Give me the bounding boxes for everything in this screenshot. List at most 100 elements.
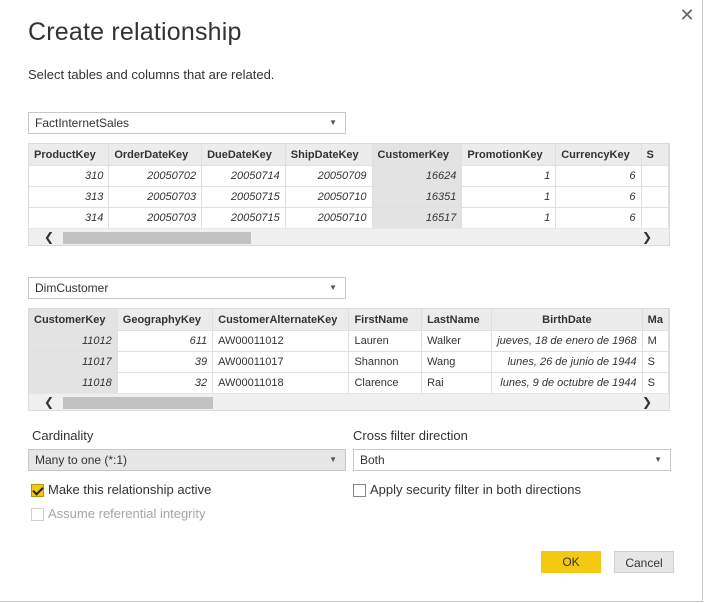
scroll-right-icon[interactable]: ❯ <box>639 394 655 410</box>
scrollbar-thumb[interactable] <box>63 232 251 244</box>
column-header-geographykey[interactable]: GeographyKey <box>117 309 214 331</box>
cardinality-label: Cardinality <box>32 428 94 443</box>
column-header-truncated[interactable]: S <box>641 144 669 166</box>
scrollbar-thumb[interactable] <box>63 397 213 409</box>
table-cell[interactable]: 6 <box>555 165 642 187</box>
table2-dropdown[interactable]: DimCustomer ▼ <box>28 277 346 299</box>
ok-button[interactable]: OK <box>541 551 601 573</box>
table-cell[interactable]: 611 <box>117 330 214 352</box>
cardinality-value: Many to one (*:1) <box>35 453 128 467</box>
column-header-customeralternatekey[interactable]: CustomerAlternateKey <box>212 309 350 331</box>
active-relationship-label: Make this relationship active <box>48 482 212 497</box>
table-cell[interactable]: S <box>642 351 669 373</box>
table-cell[interactable]: S <box>642 372 669 393</box>
table-cell[interactable]: 11018 <box>29 372 118 393</box>
table-cell[interactable]: 20050714 <box>201 165 286 187</box>
active-relationship-checkbox[interactable] <box>31 484 44 497</box>
table-cell[interactable]: 20050703 <box>108 186 203 208</box>
table-cell[interactable]: M <box>642 330 669 352</box>
referential-integrity-checkbox <box>31 508 44 521</box>
table2-preview-grid: CustomerKey GeographyKey CustomerAlterna… <box>28 308 670 411</box>
column-header-customerkey[interactable]: CustomerKey <box>29 309 118 331</box>
table-cell[interactable]: 1 <box>461 186 557 208</box>
chevron-down-icon: ▼ <box>329 118 337 127</box>
table1-dropdown-value: FactInternetSales <box>35 116 130 130</box>
table-cell[interactable]: Lauren <box>348 330 423 352</box>
table-cell[interactable]: Wang <box>421 351 493 373</box>
table-cell[interactable]: 32 <box>117 372 214 393</box>
chevron-down-icon: ▼ <box>329 455 337 464</box>
column-header-truncated[interactable]: Ma <box>642 309 669 331</box>
table-cell[interactable] <box>641 186 669 208</box>
table1-preview-grid: ProductKey OrderDateKey DueDateKey ShipD… <box>28 143 670 246</box>
table-cell[interactable]: 20050710 <box>285 186 373 208</box>
table-cell[interactable]: 20050703 <box>108 207 203 228</box>
dialog-subtitle: Select tables and columns that are relat… <box>28 67 275 82</box>
column-header-lastname[interactable]: LastName <box>421 309 493 331</box>
table-cell[interactable]: AW00011017 <box>212 351 350 373</box>
table-cell[interactable]: AW00011018 <box>212 372 350 393</box>
table-cell[interactable]: Walker <box>421 330 493 352</box>
scroll-left-icon[interactable]: ❮ <box>41 229 57 245</box>
chevron-down-icon: ▼ <box>654 455 662 464</box>
column-header-firstname[interactable]: FirstName <box>348 309 423 331</box>
table1-dropdown[interactable]: FactInternetSales ▼ <box>28 112 346 134</box>
cross-filter-value: Both <box>360 453 385 467</box>
table-cell[interactable]: 16624 <box>372 165 463 187</box>
cross-filter-dropdown[interactable]: Both ▼ <box>353 449 671 471</box>
referential-integrity-label: Assume referential integrity <box>48 506 206 521</box>
table-cell[interactable]: Rai <box>421 372 493 393</box>
chevron-down-icon: ▼ <box>329 283 337 292</box>
column-header-promotionkey[interactable]: PromotionKey <box>461 144 557 166</box>
security-filter-label: Apply security filter in both directions <box>370 482 581 497</box>
column-header-currencykey[interactable]: CurrencyKey <box>555 144 642 166</box>
table-cell[interactable]: 39 <box>117 351 214 373</box>
table-cell[interactable]: 16517 <box>372 207 463 228</box>
table2-dropdown-value: DimCustomer <box>35 281 109 295</box>
table-cell[interactable]: 20050709 <box>285 165 373 187</box>
scroll-right-icon[interactable]: ❯ <box>639 229 655 245</box>
table-cell[interactable]: 16351 <box>372 186 463 208</box>
create-relationship-dialog: ✕ Create relationship Select tables and … <box>0 0 703 602</box>
table-cell[interactable]: 20050715 <box>201 186 286 208</box>
table-cell[interactable]: 310 <box>29 165 110 187</box>
close-icon[interactable]: ✕ <box>678 6 696 24</box>
column-header-orderdatekey[interactable]: OrderDateKey <box>108 144 203 166</box>
table-cell[interactable]: Clarence <box>348 372 423 393</box>
dialog-title: Create relationship <box>28 18 242 46</box>
table-cell[interactable]: 6 <box>555 207 642 228</box>
column-header-birthdate[interactable]: BirthDate <box>491 309 643 331</box>
cross-filter-label: Cross filter direction <box>353 428 468 443</box>
table-row: 11012 611 AW00011012 Lauren Walker jueve… <box>29 330 669 352</box>
table-cell[interactable]: 1 <box>461 207 557 228</box>
table-cell[interactable]: lunes, 9 de octubre de 1944 <box>491 372 643 393</box>
table-cell[interactable] <box>641 165 669 187</box>
table2-horizontal-scrollbar[interactable]: ❮ ❯ <box>29 393 669 410</box>
table-cell[interactable]: 313 <box>29 186 110 208</box>
security-filter-checkbox[interactable] <box>353 484 366 497</box>
column-header-duedatekey[interactable]: DueDateKey <box>201 144 286 166</box>
table-cell[interactable]: 314 <box>29 207 110 228</box>
table1-horizontal-scrollbar[interactable]: ❮ ❯ <box>29 228 669 245</box>
table-cell[interactable]: 11017 <box>29 351 118 373</box>
table-cell[interactable]: 6 <box>555 186 642 208</box>
table-row: 313 20050703 20050715 20050710 16351 1 6 <box>29 186 669 208</box>
table-cell[interactable]: Shannon <box>348 351 423 373</box>
cancel-button[interactable]: Cancel <box>614 551 674 573</box>
column-header-productkey[interactable]: ProductKey <box>29 144 110 166</box>
table-cell[interactable]: 20050715 <box>201 207 286 228</box>
table-cell[interactable]: 20050710 <box>285 207 373 228</box>
table-cell[interactable]: lunes, 26 de junio de 1944 <box>491 351 643 373</box>
table-row: 11018 32 AW00011018 Clarence Rai lunes, … <box>29 372 669 393</box>
table-cell[interactable]: 1 <box>461 165 557 187</box>
table-cell[interactable]: 20050702 <box>108 165 203 187</box>
cardinality-dropdown[interactable]: Many to one (*:1) ▼ <box>28 449 346 471</box>
table-cell[interactable]: AW00011012 <box>212 330 350 352</box>
table2-preview: CustomerKey GeographyKey CustomerAlterna… <box>29 309 669 393</box>
table-cell[interactable]: jueves, 18 de enero de 1968 <box>491 330 643 352</box>
table-cell[interactable]: 11012 <box>29 330 118 352</box>
table-cell[interactable] <box>641 207 669 228</box>
column-header-shipdatekey[interactable]: ShipDateKey <box>285 144 373 166</box>
scroll-left-icon[interactable]: ❮ <box>41 394 57 410</box>
column-header-customerkey[interactable]: CustomerKey <box>372 144 463 166</box>
